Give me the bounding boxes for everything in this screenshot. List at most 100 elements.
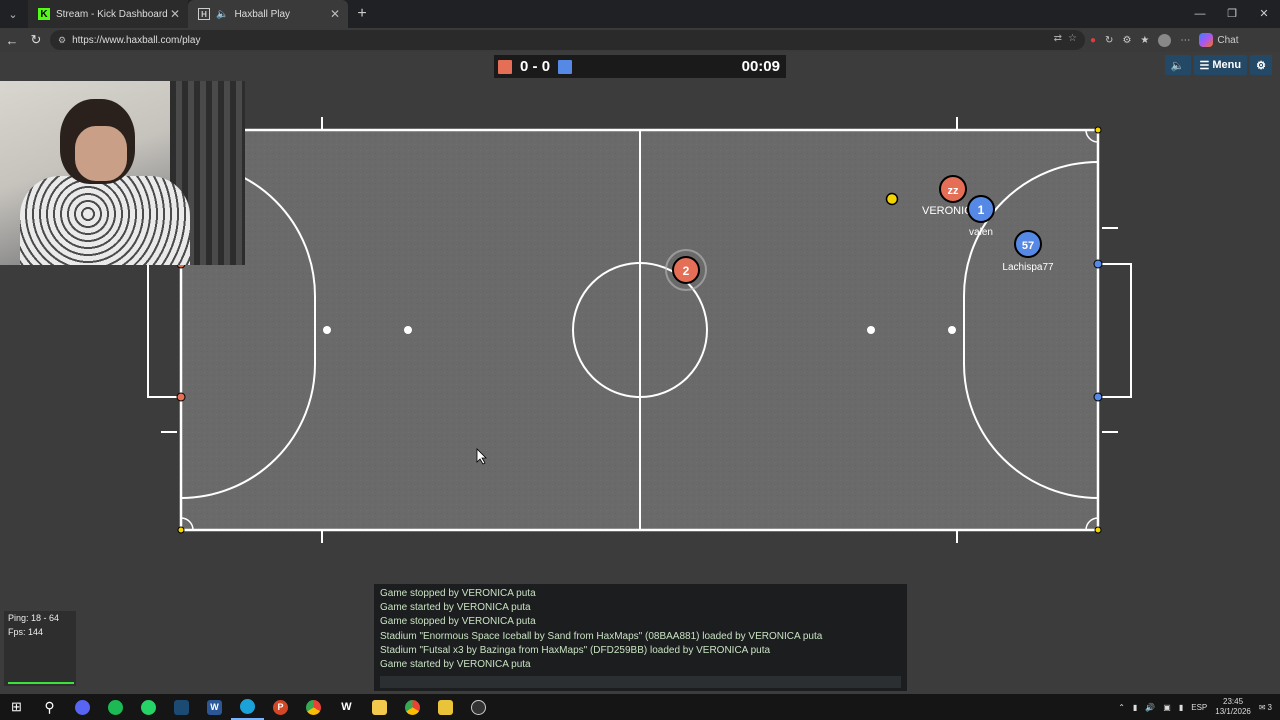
kick-app-icon[interactable]: [429, 694, 462, 720]
more-menu-icon[interactable]: ⋯: [1180, 35, 1190, 46]
close-icon[interactable]: ✕: [170, 7, 180, 21]
blue-team-indicator: [558, 59, 573, 74]
discord-icon[interactable]: [66, 694, 99, 720]
speaker-icon[interactable]: 🔈: [216, 9, 228, 20]
chrome-icon[interactable]: [297, 694, 330, 720]
edge-icon[interactable]: [231, 694, 264, 720]
copilot-chat-button[interactable]: Chat: [1199, 33, 1239, 47]
right-goal-post: [1093, 259, 1103, 269]
ping-text: Ping: 18 - 64: [8, 613, 60, 623]
network-stats: Ping: 18 - 64 Fps: 144: [4, 611, 76, 686]
usb-icon[interactable]: ▮: [1133, 703, 1137, 712]
chat-message: Stadium "Enormous Space Iceball by Sand …: [380, 630, 823, 642]
chat-box: Game stopped by VERONICA puta Game start…: [374, 584, 907, 691]
player-blue-1: 1 valen: [967, 195, 995, 238]
clock[interactable]: 23:45 13/1/2026: [1215, 697, 1251, 717]
chat-message: Game stopped by VERONICA puta: [380, 616, 536, 628]
refresh-extension-icon[interactable]: ↻: [1105, 35, 1113, 46]
file-explorer-icon[interactable]: [363, 694, 396, 720]
battery-icon[interactable]: ▮: [1179, 703, 1183, 712]
player-name: valen: [969, 227, 993, 238]
url-text: https://www.haxball.com/play: [72, 34, 201, 46]
tab-label: Haxball Play: [234, 8, 291, 20]
search-icon[interactable]: ⚲: [33, 694, 66, 720]
maximize-icon[interactable]: ❐: [1216, 0, 1248, 28]
red-team-indicator: [498, 59, 512, 74]
favorite-star-icon[interactable]: ☆: [1068, 33, 1077, 44]
chat-input[interactable]: [380, 676, 901, 688]
reload-icon[interactable]: ↻: [24, 32, 48, 48]
right-goal: [1098, 263, 1132, 398]
gear-icon: ⚙: [1256, 59, 1266, 72]
chat-message: Stadium "Futsal x3 by Bazinga from HaxMa…: [380, 644, 771, 656]
extension-icon[interactable]: ●: [1090, 35, 1096, 46]
game-controls: 🔈 ☰ Menu ⚙: [1164, 55, 1272, 75]
minimize-icon[interactable]: —: [1184, 0, 1216, 28]
ball: [885, 192, 899, 206]
profile-avatar-icon[interactable]: [1158, 33, 1172, 47]
translate-icon[interactable]: ⇄: [1054, 33, 1062, 44]
app-icon[interactable]: W: [330, 694, 363, 720]
chat-message: Game started by VERONICA puta: [380, 602, 531, 614]
chat-message: Game started by VERONICA puta: [380, 659, 531, 671]
word-icon[interactable]: W: [198, 694, 231, 720]
whatsapp-icon[interactable]: [132, 694, 165, 720]
haxball-app-icon[interactable]: [462, 694, 495, 720]
favorites-icon[interactable]: ★: [1140, 35, 1149, 46]
copilot-label: Chat: [1217, 34, 1239, 46]
notifications-icon[interactable]: ✉ 3: [1259, 703, 1272, 712]
chat-message: Game stopped by VERONICA puta: [380, 588, 536, 599]
sound-button[interactable]: 🔈: [1164, 55, 1191, 75]
left-goal-post: [176, 392, 186, 402]
clock-date: 13/1/2026: [1215, 707, 1251, 716]
menu-label: Menu: [1212, 59, 1242, 71]
address-bar-row: ← ↻ ⚙ https://www.haxball.com/play ⇄ ☆ ●…: [0, 28, 1280, 52]
player-number: 2: [683, 264, 690, 278]
menu-button[interactable]: ☰ Menu: [1193, 55, 1248, 75]
new-tab-button[interactable]: +: [350, 5, 374, 23]
volume-icon[interactable]: 🔊: [1145, 703, 1155, 712]
system-tray: ⌃ ▮ 🔊 ▣ ▮ ESP 23:45 13/1/2026 ✉ 3: [1118, 694, 1280, 720]
haxball-game-view[interactable]: 2 zz VERONICA 1 valen 57 Lachispa77 0 - …: [0, 52, 1280, 694]
webcam-overlay: [0, 81, 245, 265]
browser-tab-bar: ⌄ K Stream - Kick Dashboard ✕ H 🔈 Haxbal…: [0, 0, 1280, 28]
tab-list-chevron-icon[interactable]: ⌄: [0, 0, 26, 28]
fps-text: Fps: 144: [8, 627, 44, 637]
back-icon[interactable]: ←: [0, 33, 24, 48]
windows-start-icon[interactable]: ⊞: [0, 694, 33, 720]
left-goal: [147, 263, 181, 398]
player-number: 57: [1022, 240, 1034, 252]
extensions-puzzle-icon[interactable]: ⚙: [1122, 35, 1131, 46]
scoreboard: 0 - 0 00:09: [494, 55, 786, 78]
tab-haxball-play[interactable]: H 🔈 Haxball Play ✕: [188, 0, 348, 28]
hamburger-icon: ☰: [1199, 59, 1210, 72]
player-number: zz: [948, 185, 960, 197]
taskbar: ⊞ ⚲ W P W ⌃ ▮ 🔊 ▣ ▮ ESP 23:45 13/1/2026 …: [0, 694, 1280, 720]
tab-label: Stream - Kick Dashboard: [56, 8, 168, 20]
close-window-icon[interactable]: ✕: [1248, 0, 1280, 28]
tab-kick-dashboard[interactable]: K Stream - Kick Dashboard ✕: [28, 0, 188, 28]
player-red-2: 2: [665, 249, 707, 291]
score-text: 0 - 0: [520, 58, 551, 75]
kick-icon: K: [38, 8, 50, 20]
notification-count: 3: [1267, 702, 1272, 712]
site-info-icon[interactable]: ⚙: [58, 35, 66, 46]
speaker-icon: 🔈: [1170, 59, 1185, 72]
language-indicator[interactable]: ESP: [1191, 703, 1207, 712]
copilot-icon: [1199, 33, 1214, 47]
haxball-icon: H: [198, 8, 210, 20]
show-hidden-icons-icon[interactable]: ⌃: [1118, 703, 1125, 712]
settings-button[interactable]: ⚙: [1250, 55, 1272, 75]
chrome-alt-icon[interactable]: [396, 694, 429, 720]
fps-graph: [8, 676, 74, 684]
right-goal-post: [1093, 392, 1103, 402]
powerpoint-icon[interactable]: P: [264, 694, 297, 720]
game-timer: 00:09: [741, 58, 780, 75]
chat-log: Game stopped by VERONICA puta Game start…: [374, 584, 907, 675]
spotify-icon[interactable]: [99, 694, 132, 720]
clock-time: 23:45: [1223, 697, 1244, 706]
network-icon[interactable]: ▣: [1163, 703, 1171, 712]
close-icon[interactable]: ✕: [330, 7, 340, 21]
url-field[interactable]: ⚙ https://www.haxball.com/play ⇄ ☆: [50, 30, 1085, 50]
steam-icon[interactable]: [165, 694, 198, 720]
